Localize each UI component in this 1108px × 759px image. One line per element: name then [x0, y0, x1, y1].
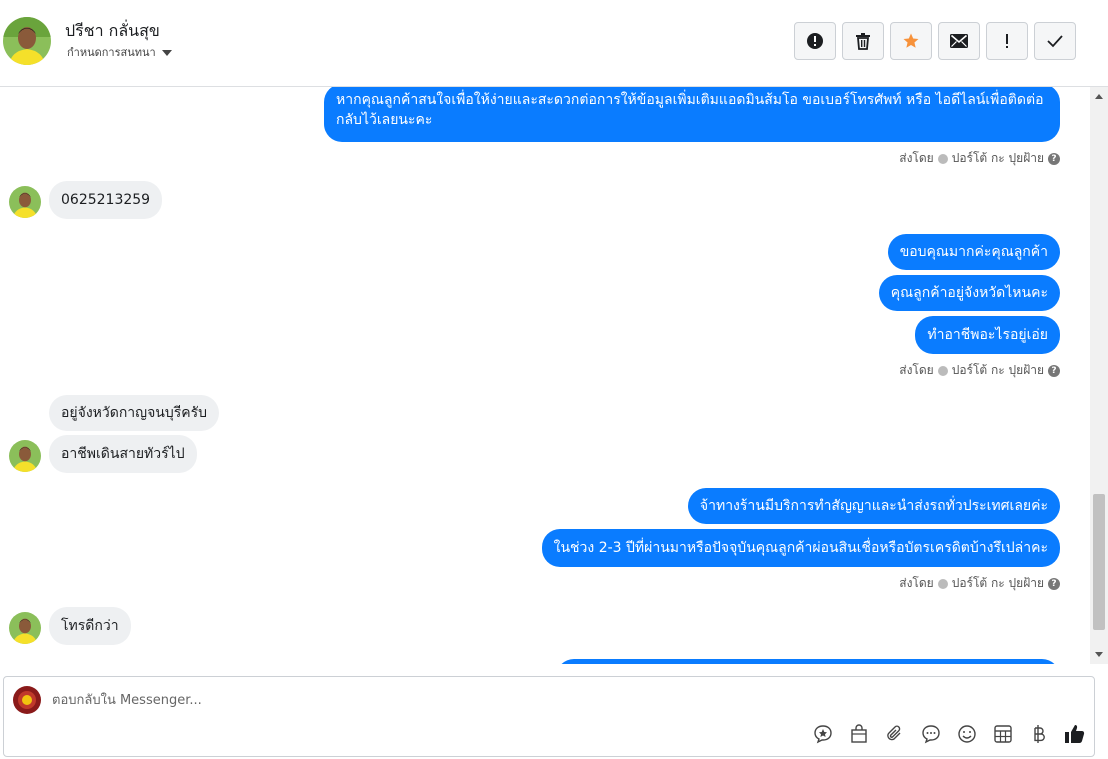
message-incoming[interactable]: โทรดีกว่า: [49, 607, 131, 645]
table-grid-icon: [994, 725, 1012, 743]
composer-tools: [812, 723, 1086, 745]
trash-icon: [856, 33, 870, 50]
help-icon[interactable]: ?: [1048, 152, 1060, 165]
conversation-header: ปรีชา กลั่นสุข กำหนดการสนทนา: [0, 0, 1108, 87]
contact-avatar-small[interactable]: [9, 440, 41, 472]
check-icon: [1047, 35, 1063, 48]
page-avatar: [13, 686, 41, 714]
star-button[interactable]: [890, 22, 932, 60]
shop-button[interactable]: [848, 723, 870, 745]
message-thread[interactable]: หากคุณลูกค้าสนใจเพื่อให้ง่ายและสะดวกต่อก…: [0, 87, 1090, 664]
appointment-button[interactable]: [992, 723, 1014, 745]
message-outgoing[interactable]: คุณลูกค้าอยู่จังหวัดไหนคะ: [878, 275, 1060, 311]
caret-down-icon: [161, 49, 172, 56]
message-incoming[interactable]: อาชีพเดินสายทัวร์ไป: [49, 435, 197, 473]
message-outgoing[interactable]: ขอบคุณมากค่ะคุณลูกค้า: [887, 234, 1060, 270]
mark-spam-button[interactable]: [794, 22, 836, 60]
conversation-actions: [794, 22, 1076, 60]
agent-status-icon: [937, 578, 948, 589]
sent-by-agent[interactable]: ปอร์โต้ กะ ปุยฝ้าย: [952, 361, 1044, 380]
sent-by-label: ส่งโดย: [899, 151, 934, 165]
message-incoming[interactable]: อยู่จังหวัดกาญจนบุรีครับ: [49, 395, 220, 431]
message-outgoing[interactable]: จ้าทางร้านมีบริการทำสัญญาและนำส่งรถทั่วป…: [687, 488, 1060, 524]
message-outgoing[interactable]: ในช่วง 2-3 ปีที่ผ่านมาหรือปัจจุบันคุณลูก…: [541, 529, 1060, 567]
message-outgoing-partial[interactable]: [556, 659, 1060, 664]
contact-avatar[interactable]: [3, 17, 51, 65]
sent-by-label: ส่งโดย: [899, 363, 934, 377]
mark-unread-button[interactable]: [938, 22, 980, 60]
contact-avatar-small[interactable]: [9, 186, 41, 218]
message-incoming[interactable]: 0625213259: [49, 181, 163, 219]
alert-circle-icon: [807, 33, 823, 49]
sent-by-info: ส่งโดย ปอร์โต้ กะ ปุยฝ้าย ?: [899, 574, 1060, 593]
thumbs-up-icon: [1065, 725, 1085, 743]
assign-conversation-dropdown[interactable]: กำหนดการสนทนา: [67, 43, 172, 61]
assign-conversation-label: กำหนดการสนทนา: [67, 46, 156, 59]
sent-by-info: ส่งโดย ปอร์โต้ กะ ปุยฝ้าย ?: [899, 149, 1060, 168]
baht-icon: [1034, 725, 1045, 743]
attach-button[interactable]: [884, 723, 906, 745]
exclamation-icon: [1006, 34, 1008, 48]
star-icon: [903, 33, 919, 48]
delete-button[interactable]: [842, 22, 884, 60]
chat-scrollbar[interactable]: [1090, 87, 1108, 664]
message-outgoing[interactable]: ทำอาชีพอะไรอยู่เอ่ย: [915, 316, 1060, 354]
agent-status-icon: [937, 365, 948, 376]
smiley-icon: [958, 725, 976, 743]
help-icon[interactable]: ?: [1048, 364, 1060, 377]
saved-reply-icon: [814, 725, 832, 744]
saved-reply-button[interactable]: [812, 723, 834, 745]
scroll-thumb[interactable]: [1093, 494, 1105, 630]
quick-reply-button[interactable]: [920, 723, 942, 745]
reply-composer: [3, 676, 1095, 757]
paperclip-icon: [887, 725, 901, 741]
contact-avatar-small[interactable]: [9, 612, 41, 644]
scroll-down-arrow-icon[interactable]: [1095, 652, 1103, 657]
reply-input[interactable]: [52, 689, 752, 711]
like-button[interactable]: [1064, 723, 1086, 745]
mark-done-button[interactable]: [1034, 22, 1076, 60]
envelope-icon: [950, 34, 968, 48]
follow-up-button[interactable]: [986, 22, 1028, 60]
sent-by-label: ส่งโดย: [899, 576, 934, 590]
scroll-up-arrow-icon[interactable]: [1095, 94, 1103, 99]
sent-by-agent[interactable]: ปอร์โต้ กะ ปุยฝ้าย: [952, 574, 1044, 593]
help-icon[interactable]: ?: [1048, 577, 1060, 590]
message-outgoing[interactable]: หากคุณลูกค้าสนใจเพื่อให้ง่ายและสะดวกต่อก…: [324, 87, 1060, 142]
payment-button[interactable]: [1028, 723, 1050, 745]
chat-bubble-icon: [922, 725, 940, 744]
contact-name[interactable]: ปรีชา กลั่นสุข: [65, 19, 160, 44]
emoji-button[interactable]: [956, 723, 978, 745]
shopping-bag-icon: [851, 724, 867, 743]
sent-by-agent[interactable]: ปอร์โต้ กะ ปุยฝ้าย: [952, 149, 1044, 168]
agent-status-icon: [937, 153, 948, 164]
sent-by-info: ส่งโดย ปอร์โต้ กะ ปุยฝ้าย ?: [899, 361, 1060, 380]
